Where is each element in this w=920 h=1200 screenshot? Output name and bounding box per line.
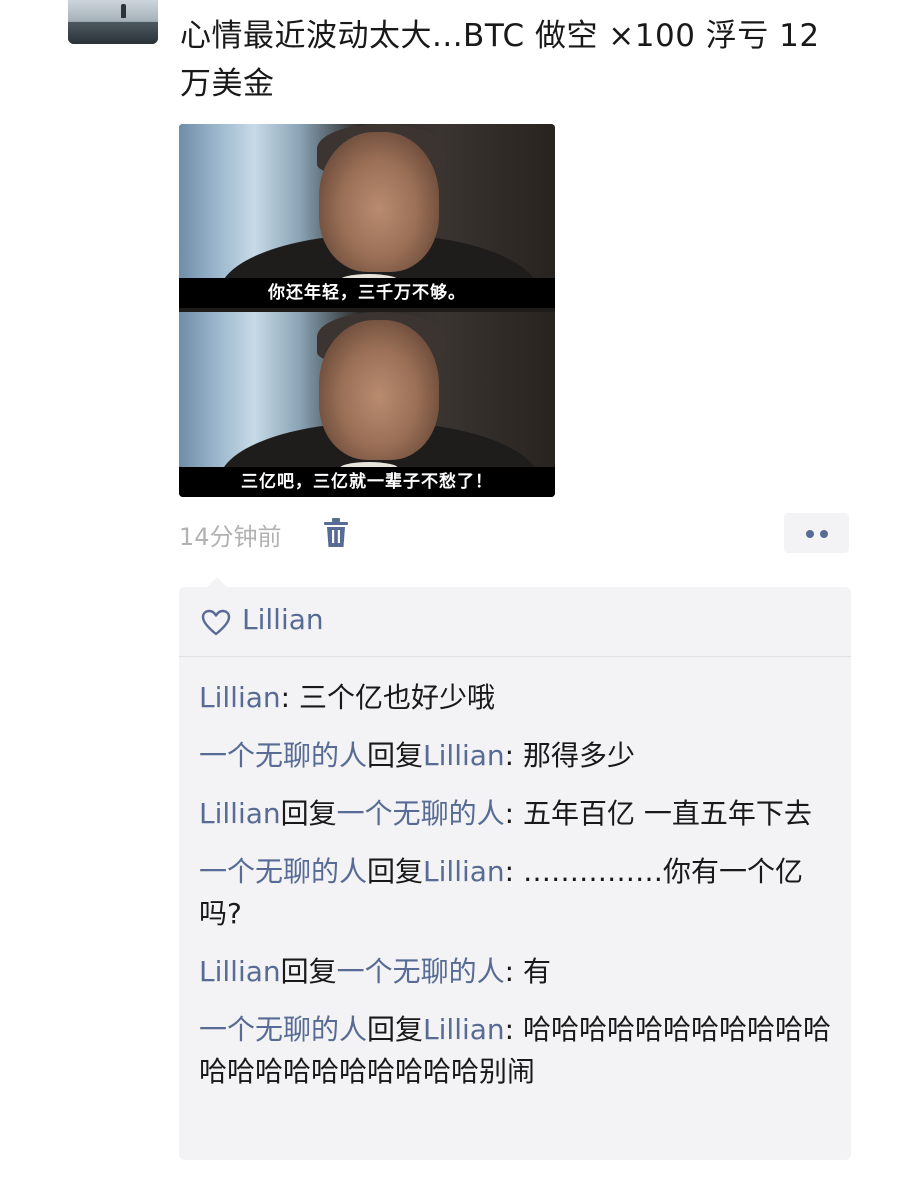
comment-item[interactable]: 一个无聊的人回复Lillian: 那得多少: [199, 735, 839, 777]
reply-target[interactable]: 一个无聊的人: [337, 797, 505, 830]
comment-item[interactable]: Lillian: 三个亿也好少哦: [199, 677, 839, 719]
reply-word: 回复: [367, 1013, 424, 1046]
comment-list: Lillian: 三个亿也好少哦 一个无聊的人回复Lillian: 那得多少 L…: [199, 677, 839, 1109]
meme-panel-bottom: 三亿吧，三亿就一辈子不愁了！: [179, 312, 555, 497]
likes-row: Lillian: [179, 587, 851, 657]
comment-separator: :: [280, 681, 299, 714]
comment-separator: :: [504, 855, 523, 888]
moments-post: 心情最近波动太大...BTC 做空 ×100 浮亏 12 万美金 你还年轻，三千…: [0, 0, 920, 1200]
meme-panel-top: 你还年轻，三千万不够。: [179, 124, 555, 308]
heart-icon: [201, 609, 231, 637]
avatar[interactable]: [68, 0, 158, 44]
reply-target[interactable]: Lillian: [423, 739, 505, 772]
comment-item[interactable]: Lillian回复一个无聊的人: 有: [199, 951, 839, 993]
post-text: 心情最近波动太大...BTC 做空 ×100 浮亏 12 万美金: [180, 18, 820, 102]
reply-word: 回复: [280, 797, 337, 830]
post-timestamp: 14分钟前: [179, 523, 282, 551]
meme-caption-top: 你还年轻，三千万不够。: [179, 278, 555, 308]
trash-icon[interactable]: [321, 517, 351, 549]
comment-author[interactable]: Lillian: [199, 955, 281, 988]
reply-target[interactable]: 一个无聊的人: [337, 955, 505, 988]
avatar-figure: [121, 4, 126, 18]
comment-box: Lillian Lillian: 三个亿也好少哦 一个无聊的人回复Lillian…: [179, 577, 851, 1160]
comment-author[interactable]: Lillian: [199, 797, 281, 830]
reply-word: 回复: [367, 855, 424, 888]
comment-author[interactable]: 一个无聊的人: [199, 855, 367, 888]
comment-separator: :: [504, 739, 523, 772]
comment-separator: :: [504, 955, 523, 988]
comment-author[interactable]: 一个无聊的人: [199, 739, 367, 772]
comment-text: 有: [523, 955, 552, 988]
comment-author[interactable]: Lillian: [199, 681, 281, 714]
comment-item[interactable]: 一个无聊的人回复Lillian: 哈哈哈哈哈哈哈哈哈哈哈哈哈哈哈哈哈哈哈哈哈别闹: [199, 1009, 839, 1093]
like-user-name[interactable]: Lillian: [242, 603, 324, 636]
comment-item[interactable]: 一个无聊的人回复Lillian: ……………你有一个亿吗?: [199, 851, 839, 935]
post-image[interactable]: 你还年轻，三千万不够。 三亿吧，三亿就一辈子不愁了！: [179, 124, 555, 497]
comment-separator: :: [504, 1013, 523, 1046]
reply-target[interactable]: Lillian: [423, 1013, 505, 1046]
reply-target[interactable]: Lillian: [423, 855, 505, 888]
meme-caption-bottom: 三亿吧，三亿就一辈子不愁了！: [179, 467, 555, 497]
avatar-ground: [68, 22, 158, 44]
more-dots-icon[interactable]: [784, 513, 849, 553]
comment-author[interactable]: 一个无聊的人: [199, 1013, 367, 1046]
comment-separator: :: [504, 797, 523, 830]
comment-text: 五年百亿 一直五年下去: [523, 797, 812, 830]
reply-word: 回复: [280, 955, 337, 988]
comment-text: 三个亿也好少哦: [298, 681, 495, 714]
comment-text: 那得多少: [523, 739, 636, 772]
reply-word: 回复: [367, 739, 424, 772]
comment-item[interactable]: Lillian回复一个无聊的人: 五年百亿 一直五年下去: [199, 793, 839, 835]
